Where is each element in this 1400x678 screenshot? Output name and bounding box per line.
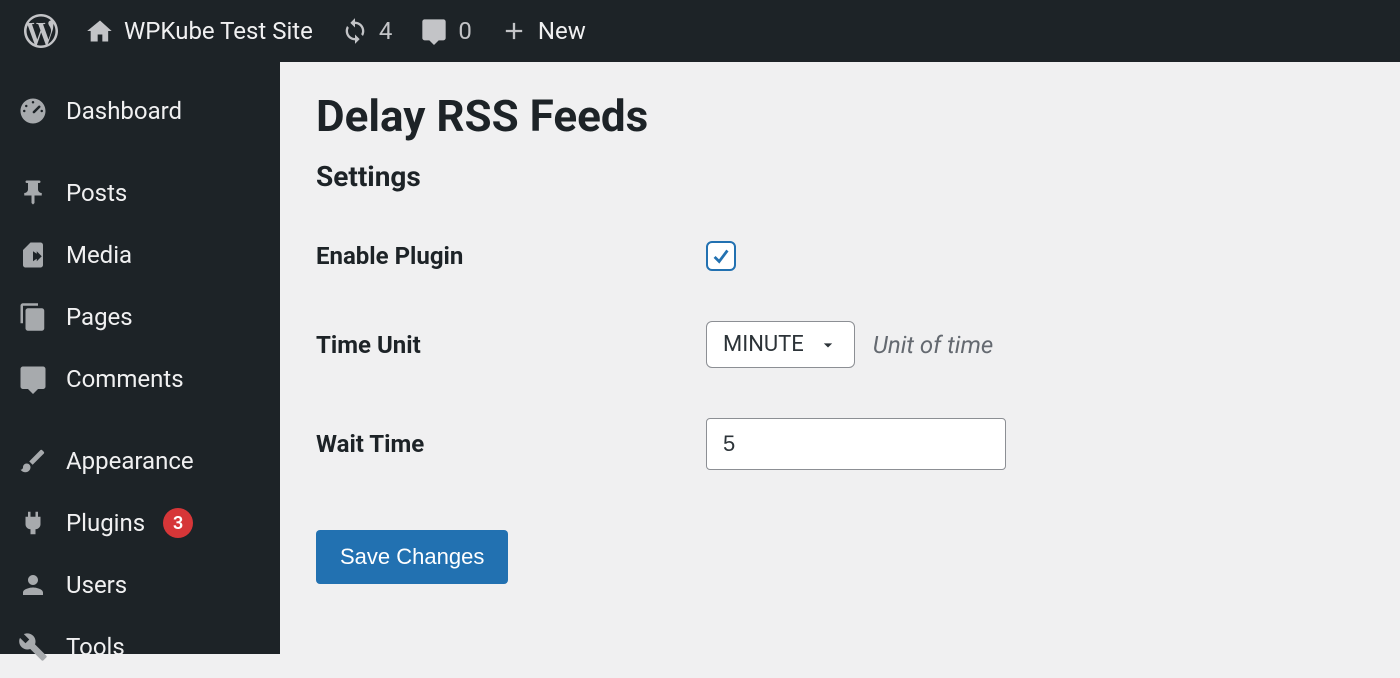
- new-label: New: [538, 17, 586, 45]
- time-unit-row: Time Unit MINUTE Unit of time: [316, 321, 1364, 368]
- admin-sidebar: Dashboard Posts Media Pages Comments App…: [0, 62, 280, 654]
- media-icon: [18, 240, 48, 270]
- comment-icon: [18, 364, 48, 394]
- time-unit-description: Unit of time: [873, 331, 993, 359]
- sidebar-item-label: Media: [66, 241, 132, 269]
- admin-bar: WPKube Test Site 4 0 New: [0, 0, 1400, 62]
- sidebar-item-label: Appearance: [66, 447, 194, 475]
- pin-icon: [18, 178, 48, 208]
- sidebar-separator: [0, 410, 280, 430]
- wrench-icon: [18, 632, 48, 662]
- sidebar-item-posts[interactable]: Posts: [0, 162, 280, 224]
- plugins-badge: 3: [163, 508, 193, 538]
- new-content-link[interactable]: New: [486, 0, 600, 62]
- sidebar-item-label: Pages: [66, 303, 133, 331]
- sidebar-item-label: Users: [66, 571, 127, 599]
- pages-icon: [18, 302, 48, 332]
- plus-icon: [500, 17, 528, 45]
- comments-count: 0: [458, 17, 472, 45]
- comments-link[interactable]: 0: [406, 0, 486, 62]
- user-icon: [18, 570, 48, 600]
- sidebar-item-label: Posts: [66, 179, 127, 207]
- plug-icon: [18, 508, 48, 538]
- sidebar-item-comments[interactable]: Comments: [0, 348, 280, 410]
- main-content: Delay RSS Feeds Settings Enable Plugin T…: [280, 62, 1400, 654]
- sidebar-item-plugins[interactable]: Plugins 3: [0, 492, 280, 554]
- sidebar-item-label: Plugins: [66, 509, 145, 537]
- home-icon: [86, 17, 114, 45]
- comment-icon: [420, 17, 448, 45]
- site-home-link[interactable]: WPKube Test Site: [72, 0, 327, 62]
- sidebar-item-users[interactable]: Users: [0, 554, 280, 616]
- page-title: Delay RSS Feeds: [316, 90, 1364, 142]
- sidebar-item-appearance[interactable]: Appearance: [0, 430, 280, 492]
- wait-time-label: Wait Time: [316, 430, 706, 458]
- updates-icon: [341, 17, 369, 45]
- sidebar-item-media[interactable]: Media: [0, 224, 280, 286]
- enable-plugin-row: Enable Plugin: [316, 241, 1364, 271]
- check-icon: [710, 245, 732, 267]
- section-title: Settings: [316, 160, 1364, 193]
- time-unit-select[interactable]: MINUTE: [706, 321, 855, 368]
- brush-icon: [18, 446, 48, 476]
- save-changes-button[interactable]: Save Changes: [316, 530, 508, 584]
- site-name-label: WPKube Test Site: [124, 17, 313, 45]
- sidebar-item-tools[interactable]: Tools: [0, 616, 280, 678]
- sidebar-item-pages[interactable]: Pages: [0, 286, 280, 348]
- wait-time-row: Wait Time: [316, 418, 1364, 470]
- sidebar-item-label: Comments: [66, 365, 184, 393]
- wait-time-input[interactable]: [706, 418, 1006, 470]
- sidebar-item-label: Tools: [66, 633, 125, 661]
- enable-plugin-checkbox[interactable]: [706, 241, 736, 271]
- chevron-down-icon: [818, 335, 838, 355]
- time-unit-label: Time Unit: [316, 331, 706, 359]
- sidebar-item-dashboard[interactable]: Dashboard: [0, 80, 280, 142]
- wp-logo[interactable]: [10, 0, 72, 62]
- dashboard-icon: [18, 96, 48, 126]
- time-unit-value: MINUTE: [723, 332, 804, 357]
- enable-plugin-label: Enable Plugin: [316, 242, 706, 270]
- sidebar-item-label: Dashboard: [66, 97, 182, 125]
- updates-link[interactable]: 4: [327, 0, 407, 62]
- sidebar-separator: [0, 142, 280, 162]
- wordpress-icon: [24, 14, 58, 48]
- updates-count: 4: [379, 17, 393, 45]
